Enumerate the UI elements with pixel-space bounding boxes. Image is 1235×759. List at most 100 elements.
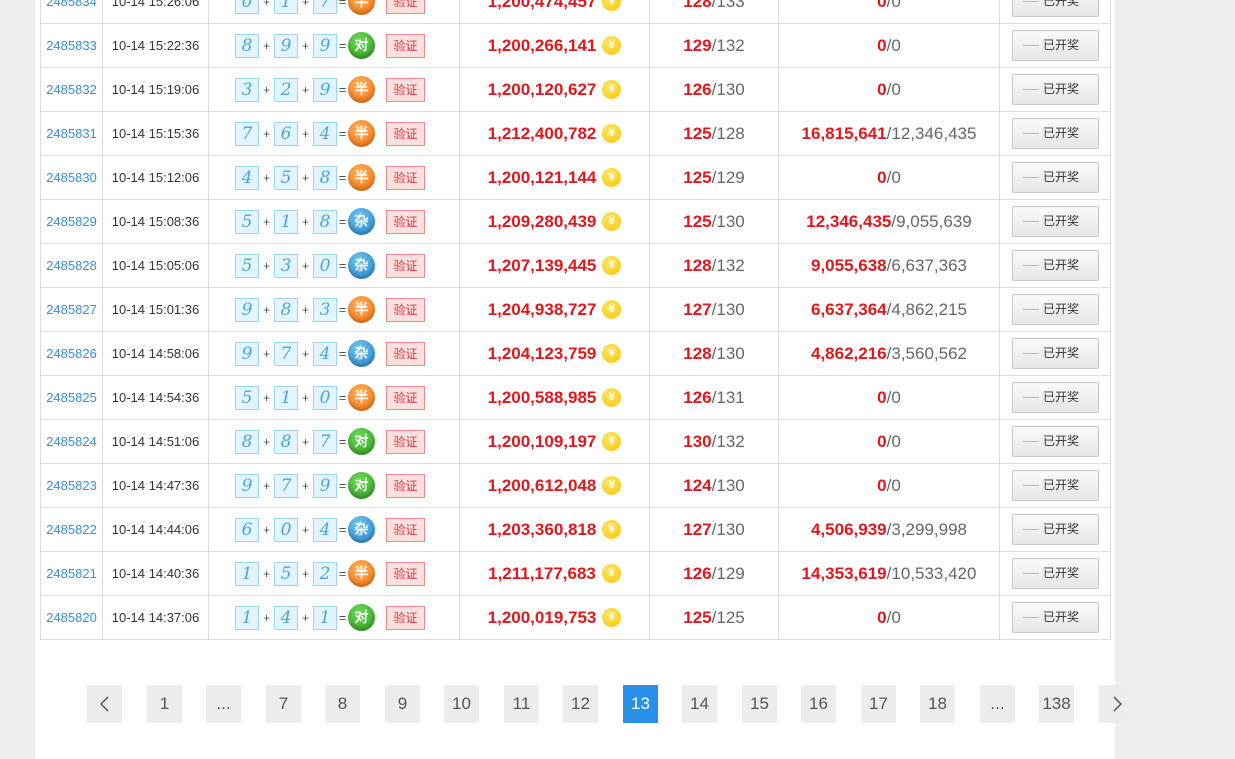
issue-number-link[interactable]: 2485825: [46, 390, 97, 405]
result-type-badge: 半: [348, 0, 375, 15]
drawn-status-button[interactable]: 已开奖: [1011, 0, 1099, 17]
issue-number-link[interactable]: 2485829: [46, 214, 97, 229]
drawn-status-button[interactable]: 已开奖: [1011, 118, 1099, 149]
drawn-status-button[interactable]: 已开奖: [1011, 514, 1099, 545]
verify-button[interactable]: 验证: [386, 209, 425, 234]
drawn-status-button[interactable]: 已开奖: [1011, 162, 1099, 193]
issue-number-link[interactable]: 2485820: [46, 610, 97, 625]
winnings: 0/0: [778, 23, 1000, 68]
page-button[interactable]: 14: [682, 685, 717, 723]
participant-count: 125/129: [649, 155, 779, 200]
result-digit: 5: [235, 253, 259, 278]
table-row: 2485820 10-14 14:37:06 1 + 4 + 1 = 对 验证 1,2…: [40, 595, 1111, 640]
prize-pool: 1,200,121,144: [487, 167, 597, 187]
page-button[interactable]: 18: [920, 685, 955, 723]
prize-pool: 1,200,120,627: [487, 79, 597, 99]
issue-number-link[interactable]: 2485828: [46, 258, 97, 273]
table-row: 2485823 10-14 14:47:36 9 + 7 + 9 = 对 验证 1,2…: [40, 463, 1111, 508]
draw-time: 10-14 15:01:36: [102, 287, 209, 332]
verify-button[interactable]: 验证: [386, 297, 425, 322]
coin-icon: ¥: [602, 432, 622, 451]
drawn-status-button[interactable]: 已开奖: [1011, 602, 1099, 633]
result-digit: 3: [313, 297, 337, 322]
verify-button[interactable]: 验证: [386, 429, 425, 454]
page-button[interactable]: 17: [861, 685, 896, 723]
issue-number-link[interactable]: 2485821: [46, 566, 97, 581]
prize-pool: 1,211,177,683: [488, 563, 596, 583]
issue-number-link[interactable]: 2485834: [46, 0, 97, 9]
verify-button[interactable]: 验证: [386, 605, 425, 630]
page-button[interactable]: 1: [147, 685, 182, 723]
result-digit: 5: [235, 385, 259, 410]
page-button[interactable]: 9: [385, 685, 420, 723]
page-button[interactable]: 13: [623, 685, 658, 723]
prev-page-button[interactable]: [87, 685, 122, 723]
page-button[interactable]: 138: [1039, 685, 1074, 723]
result-digit: 4: [313, 341, 337, 366]
draw-time: 10-14 15:26:06: [102, 0, 209, 24]
verify-button[interactable]: 验证: [386, 121, 425, 146]
drawn-status-button[interactable]: 已开奖: [1011, 30, 1099, 61]
page-button[interactable]: 16: [801, 685, 836, 723]
drawn-status-button[interactable]: 已开奖: [1011, 74, 1099, 105]
verify-button[interactable]: 验证: [386, 77, 425, 102]
winnings: 0/0: [778, 375, 1000, 420]
issue-number-link[interactable]: 2485833: [46, 38, 97, 53]
result-digit: 8: [235, 33, 259, 58]
drawn-status-button[interactable]: 已开奖: [1011, 206, 1099, 237]
drawn-status-button[interactable]: 已开奖: [1011, 558, 1099, 589]
verify-button[interactable]: 验证: [386, 253, 425, 278]
drawn-status-button[interactable]: 已开奖: [1011, 470, 1099, 501]
issue-number-link[interactable]: 2485831: [46, 126, 97, 141]
table-row: 2485832 10-14 15:19:06 3 + 2 + 9 = 半 验证 1,2…: [40, 67, 1111, 112]
draw-result: 6 + 0 + 4 = 杂 验证: [235, 508, 459, 551]
page-button[interactable]: 8: [325, 685, 360, 723]
coin-icon: ¥: [602, 256, 622, 275]
prize-pool: 1,200,019,753: [487, 607, 597, 627]
drawn-status-button[interactable]: 已开奖: [1011, 426, 1099, 457]
issue-number-link[interactable]: 2485824: [46, 434, 97, 449]
page-button[interactable]: 15: [742, 685, 777, 723]
result-digit: 5: [274, 561, 298, 586]
table-row: 2485829 10-14 15:08:36 5 + 1 + 8 = 杂 验证 1,2…: [40, 199, 1111, 244]
issue-number-link[interactable]: 2485826: [46, 346, 97, 361]
result-digit: 4: [313, 517, 337, 542]
result-digit: 1: [274, 0, 298, 14]
verify-button[interactable]: 验证: [386, 341, 425, 366]
result-type-badge: 半: [348, 296, 375, 323]
page-button[interactable]: 10: [444, 685, 479, 723]
drawn-status-button[interactable]: 已开奖: [1011, 294, 1099, 325]
page-button[interactable]: 11: [504, 685, 539, 723]
page-button[interactable]: 7: [266, 685, 301, 723]
issue-number-link[interactable]: 2485823: [46, 478, 97, 493]
result-type-badge: 杂: [348, 208, 375, 235]
verify-button[interactable]: 验证: [386, 165, 425, 190]
chevron-left-icon: [99, 696, 109, 712]
prize-pool: 1,207,139,445: [487, 255, 597, 275]
drawn-status-button[interactable]: 已开奖: [1011, 338, 1099, 369]
drawn-status-button[interactable]: 已开奖: [1011, 382, 1099, 413]
next-page-button[interactable]: [1099, 685, 1134, 723]
issue-number-link[interactable]: 2485830: [46, 170, 97, 185]
table-row: 2485824 10-14 14:51:06 8 + 8 + 7 = 对 验证 1,2…: [40, 419, 1111, 464]
issue-number-link[interactable]: 2485832: [46, 82, 97, 97]
verify-button[interactable]: 验证: [386, 0, 425, 14]
issue-number-link[interactable]: 2485822: [46, 522, 97, 537]
verify-button[interactable]: 验证: [386, 561, 425, 586]
verify-button[interactable]: 验证: [386, 473, 425, 498]
coin-icon: ¥: [602, 36, 622, 55]
verify-button[interactable]: 验证: [386, 33, 425, 58]
result-digit: 8: [235, 429, 259, 454]
verify-button[interactable]: 验证: [386, 517, 425, 542]
coin-icon: ¥: [602, 0, 622, 11]
result-digit: 3: [274, 253, 298, 278]
page-button[interactable]: 12: [563, 685, 598, 723]
issue-number-link[interactable]: 2485827: [46, 302, 97, 317]
result-type-badge: 半: [348, 76, 375, 103]
draw-result: 0 + 1 + 7 = 半 验证: [235, 0, 459, 23]
table-row: 2485828 10-14 15:05:06 5 + 3 + 0 = 杂 验证 1,2…: [40, 243, 1111, 288]
verify-button[interactable]: 验证: [386, 385, 425, 410]
winnings: 0/0: [778, 419, 1000, 464]
drawn-status-button[interactable]: 已开奖: [1011, 250, 1099, 281]
dash-icon: [1022, 617, 1039, 618]
